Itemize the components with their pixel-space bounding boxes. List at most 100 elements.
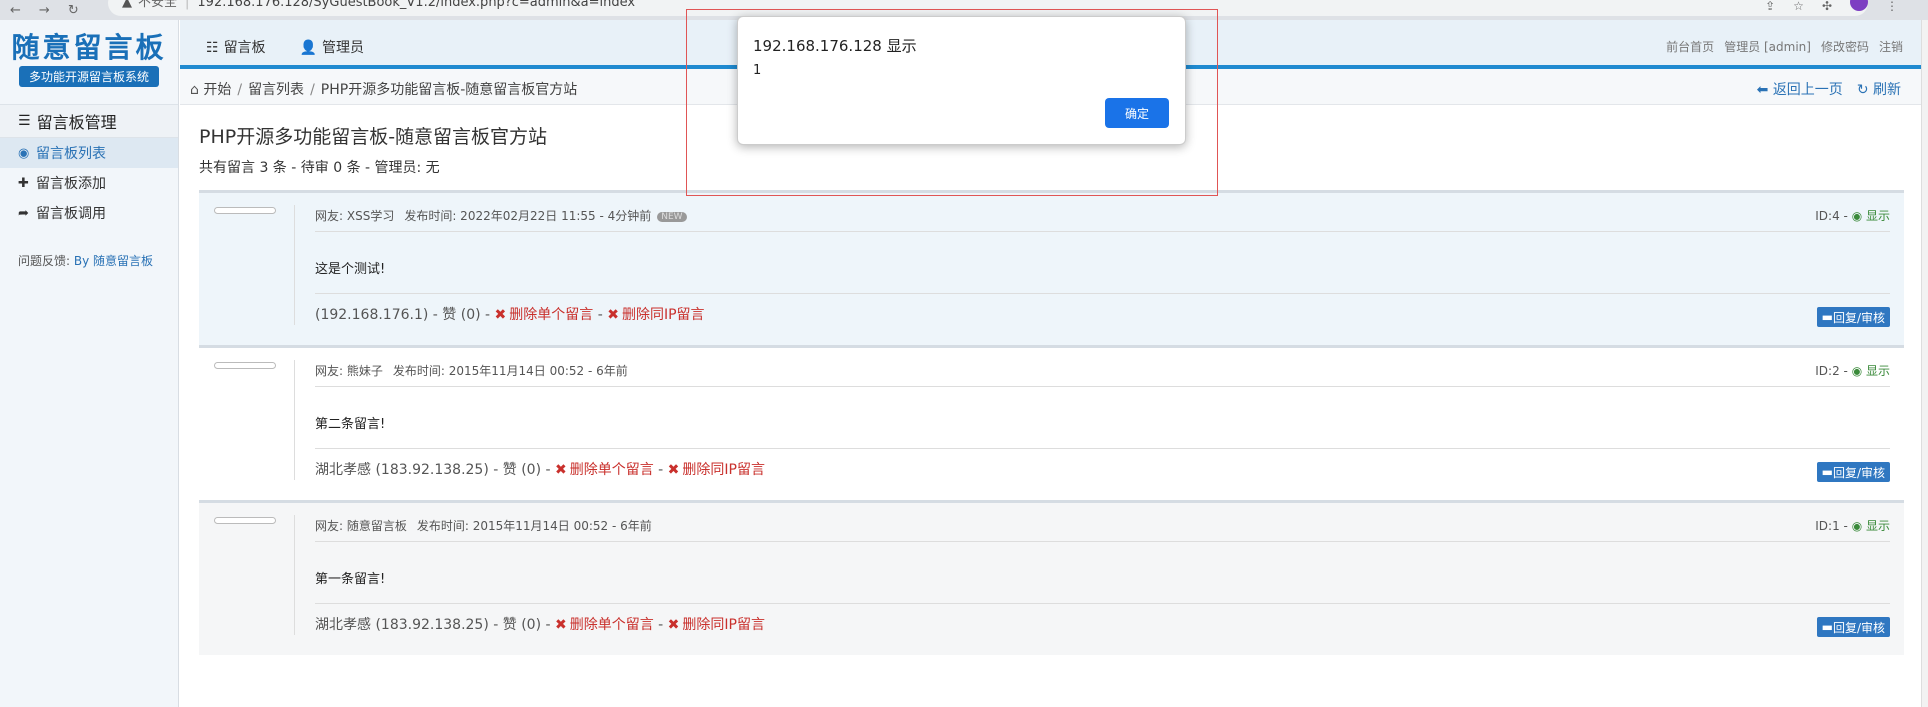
warning-icon: ▲ bbox=[122, 0, 132, 10]
logo: 随意留言板 多功能开源留言板系统 bbox=[0, 20, 178, 90]
message-id: ID:4 - ◉ 显示 bbox=[1815, 207, 1890, 224]
visibility-toggle[interactable]: 显示 bbox=[1866, 519, 1890, 533]
dialog-message: 1 bbox=[753, 63, 762, 78]
message-meta: 网友: 随意留言板 发布时间: 2015年11月14日 00:52 - 6年前 bbox=[315, 517, 652, 534]
divider bbox=[294, 360, 295, 480]
avatar-placeholder bbox=[214, 517, 276, 524]
address-separator: | bbox=[185, 0, 190, 10]
close-icon: ✖ bbox=[554, 462, 567, 478]
visibility-toggle[interactable]: 显示 bbox=[1866, 209, 1890, 223]
reply-label: 回复/审核 bbox=[1832, 465, 1885, 480]
insecure-label: 不安全 bbox=[138, 0, 178, 10]
eye-icon: ◉ bbox=[1851, 209, 1866, 223]
globe-icon: ◉ bbox=[18, 145, 30, 161]
sidebar: 随意留言板 多功能开源留言板系统 ☰ 留言板管理 ◉ 留言板列表 ✚ 留言板添加… bbox=[0, 20, 179, 707]
share-icon[interactable]: ⇪ bbox=[1765, 0, 1775, 13]
message-footer: 湖北孝感 (183.92.138.25) - 赞 (0) - ✖ 删除单个留言 -… bbox=[315, 459, 765, 479]
message-item: 网友: 随意留言板 发布时间: 2015年11月14日 00:52 - 6年前 I… bbox=[199, 500, 1904, 655]
sidebar-section-title: 留言板管理 bbox=[36, 113, 117, 132]
extensions-icon[interactable]: ✣ bbox=[1822, 0, 1832, 13]
delete-ip-link[interactable]: 删除同IP留言 bbox=[682, 617, 765, 633]
menu-dots-icon[interactable]: ⋮ bbox=[1886, 0, 1898, 13]
visibility-toggle[interactable]: 显示 bbox=[1866, 364, 1890, 378]
feedback-label: 问题反馈: bbox=[18, 254, 71, 268]
message-location: (192.168.176.1) - 赞 (0) - bbox=[315, 307, 495, 323]
tab-admin[interactable]: 👤 管理员 bbox=[300, 37, 364, 57]
change-password-link[interactable]: 修改密码 bbox=[1821, 38, 1869, 55]
back-arrow-icon[interactable]: ← bbox=[10, 3, 21, 18]
list-icon: ☰ bbox=[18, 113, 31, 129]
tab-admin-label: 管理员 bbox=[322, 40, 364, 56]
separator: - bbox=[653, 617, 668, 633]
message-meta: 网友: 熊妹子 发布时间: 2015年11月14日 00:52 - 6年前 bbox=[315, 362, 628, 379]
comment-icon: ▬ bbox=[1821, 620, 1833, 634]
logo-title: 随意留言板 bbox=[11, 31, 167, 64]
message-id-label: ID:1 - bbox=[1815, 519, 1852, 533]
delete-message-link[interactable]: 删除单个留言 bbox=[570, 462, 654, 478]
breadcrumb: ⌂ 开始 / 留言列表 / PHP开源多功能留言板-随意留言板官方站 bbox=[190, 79, 577, 99]
breadcrumb-list[interactable]: 留言列表 bbox=[248, 82, 304, 98]
delete-ip-link[interactable]: 删除同IP留言 bbox=[622, 307, 705, 323]
comment-icon: ▬ bbox=[1821, 310, 1833, 324]
message-author: 网友: 熊妹子 bbox=[315, 364, 383, 378]
close-icon: ✖ bbox=[667, 462, 680, 478]
list-icon: ☷ bbox=[206, 40, 219, 56]
sidebar-item-guestbook-embed[interactable]: ➦ 留言板调用 bbox=[0, 198, 178, 228]
comment-icon: ▬ bbox=[1821, 465, 1833, 479]
divider bbox=[315, 448, 1890, 449]
alert-dialog: 192.168.176.128 显示 1 确定 bbox=[737, 16, 1186, 145]
reload-icon[interactable]: ↻ bbox=[68, 3, 79, 18]
message-time: 发布时间: 2022年02月22日 11:55 - 4分钟前 bbox=[404, 209, 652, 223]
star-icon[interactable]: ☆ bbox=[1793, 0, 1804, 13]
delete-message-link[interactable]: 删除单个留言 bbox=[509, 307, 593, 323]
sidebar-item-label: 留言板添加 bbox=[36, 176, 106, 192]
sidebar-item-guestbook-list[interactable]: ◉ 留言板列表 bbox=[0, 138, 178, 168]
message-author: 网友: XSS学习 bbox=[315, 209, 395, 223]
front-home-link[interactable]: 前台首页 bbox=[1666, 38, 1714, 55]
message-id-label: ID:2 - bbox=[1815, 364, 1852, 378]
message-item: 网友: XSS学习 发布时间: 2022年02月22日 11:55 - 4分钟前 N… bbox=[199, 190, 1904, 345]
divider bbox=[315, 293, 1890, 294]
message-footer: 湖北孝感 (183.92.138.25) - 赞 (0) - ✖ 删除单个留言 -… bbox=[315, 614, 765, 634]
back-link[interactable]: ⬅ 返回上一页 bbox=[1757, 79, 1843, 99]
divider bbox=[315, 541, 1890, 542]
message-id: ID:2 - ◉ 显示 bbox=[1815, 362, 1890, 379]
forward-arrow-icon[interactable]: → bbox=[39, 3, 50, 18]
message-content: 这是个测试! bbox=[315, 262, 386, 277]
admin-user-link[interactable]: 管理员 [admin] bbox=[1724, 38, 1811, 55]
tab-guestbook[interactable]: ☷ 留言板 bbox=[206, 37, 266, 57]
message-content: 第二条留言! bbox=[315, 417, 386, 432]
feedback-link[interactable]: By 随意留言板 bbox=[74, 254, 153, 268]
refresh-link-label: 刷新 bbox=[1873, 82, 1901, 98]
reply-button[interactable]: ▬ 回复/审核 bbox=[1816, 617, 1890, 637]
logo-subtitle: 多功能开源留言板系统 bbox=[18, 66, 159, 87]
divider bbox=[294, 515, 295, 635]
separator: - bbox=[593, 307, 608, 323]
dialog-ok-button[interactable]: 确定 bbox=[1105, 98, 1169, 128]
refresh-link[interactable]: ↻ 刷新 bbox=[1857, 79, 1901, 99]
profile-avatar[interactable] bbox=[1850, 0, 1868, 11]
reply-button[interactable]: ▬ 回复/审核 bbox=[1816, 462, 1890, 482]
browser-nav: ← → ↻ bbox=[0, 3, 110, 18]
separator: - bbox=[653, 462, 668, 478]
message-item: 网友: 熊妹子 发布时间: 2015年11月14日 00:52 - 6年前 ID:… bbox=[199, 345, 1904, 500]
url-text[interactable]: 192.168.176.128/SyGuestBook_V1.2/index.p… bbox=[197, 0, 635, 10]
divider bbox=[294, 205, 295, 325]
home-icon: ⌂ bbox=[190, 82, 199, 98]
plus-icon: ✚ bbox=[18, 175, 29, 191]
delete-message-link[interactable]: 删除单个留言 bbox=[570, 617, 654, 633]
message-location: 湖北孝感 (183.92.138.25) - 赞 (0) - bbox=[315, 617, 555, 633]
breadcrumb-home[interactable]: 开始 bbox=[203, 82, 231, 98]
user-icon: 👤 bbox=[299, 40, 317, 56]
logout-link[interactable]: 注销 bbox=[1879, 38, 1903, 55]
message-id: ID:1 - ◉ 显示 bbox=[1815, 517, 1890, 534]
sidebar-item-guestbook-add[interactable]: ✚ 留言板添加 bbox=[0, 168, 178, 198]
message-footer: (192.168.176.1) - 赞 (0) - ✖ 删除单个留言 - ✖ 删除同… bbox=[315, 304, 705, 324]
reply-label: 回复/审核 bbox=[1832, 620, 1885, 635]
breadcrumb-separator: / bbox=[310, 82, 315, 98]
avatar-placeholder bbox=[214, 207, 276, 214]
reply-button[interactable]: ▬ 回复/审核 bbox=[1816, 307, 1890, 327]
sidebar-item-label: 留言板列表 bbox=[36, 146, 106, 162]
sidebar-section-header: ☰ 留言板管理 bbox=[0, 104, 178, 138]
delete-ip-link[interactable]: 删除同IP留言 bbox=[682, 462, 765, 478]
